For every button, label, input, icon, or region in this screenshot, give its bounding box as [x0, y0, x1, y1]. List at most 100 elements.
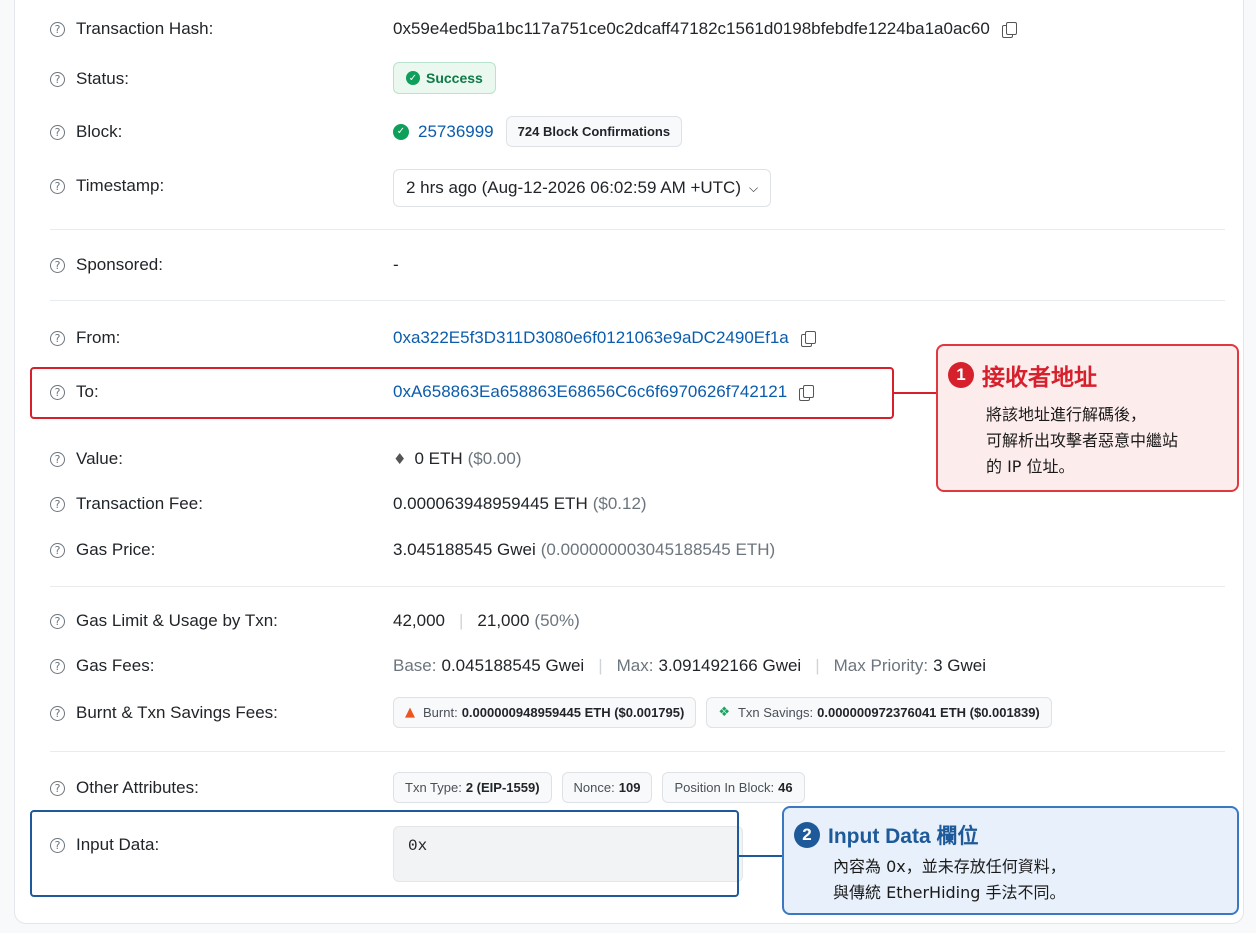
- max-fee-label: Max:: [616, 656, 654, 675]
- row-status: ? Status:: [50, 69, 129, 89]
- label-transaction-hash: Transaction Hash:: [76, 19, 214, 38]
- txn-type-value: 2 (EIP-1559): [465, 780, 540, 795]
- label-burnt-savings: Burnt & Txn Savings Fees:: [76, 703, 278, 722]
- help-icon[interactable]: ?: [50, 705, 65, 721]
- help-icon[interactable]: ?: [50, 542, 65, 558]
- max-priority-label: Max Priority:: [833, 656, 929, 675]
- callout-line: 與傳統 EtherHiding 手法不同。: [833, 883, 1066, 902]
- label-gas-limit: Gas Limit & Usage by Txn:: [76, 611, 278, 630]
- status-text: Success: [426, 70, 483, 86]
- callout-input-data: 2 Input Data 欄位 內容為 0x，並未存放任何資料， 與傳統 Eth…: [782, 806, 1239, 915]
- value-burnt-savings: ▲ Burnt: 0.000000948959445 ETH ($0.00179…: [393, 697, 1052, 728]
- row-gas-limit: ? Gas Limit & Usage by Txn:: [50, 611, 278, 631]
- transaction-hash-text: 0x59e4ed5ba1bc117a751ce0c2dcaff47182c156…: [393, 19, 990, 38]
- copy-icon[interactable]: [800, 331, 816, 347]
- txn-savings-badge: ❖ Txn Savings: 0.000000972376041 ETH ($0…: [706, 697, 1052, 728]
- base-fee-value: 0.045188545 Gwei: [441, 656, 585, 675]
- row-value: ? Value:: [50, 449, 123, 469]
- copy-icon[interactable]: [1001, 22, 1017, 38]
- burnt-fee-badge: ▲ Burnt: 0.000000948959445 ETH ($0.00179…: [393, 697, 697, 728]
- txn-type-label: Txn Type:: [405, 780, 462, 795]
- label-transaction-fee: Transaction Fee:: [76, 494, 203, 513]
- position-value: 46: [778, 780, 793, 795]
- savings-label: Txn Savings:: [737, 705, 814, 720]
- help-icon[interactable]: ?: [50, 124, 65, 140]
- input-data-highlight: [30, 810, 739, 897]
- nonce-label: Nonce:: [573, 780, 615, 795]
- row-gas-fees: ? Gas Fees:: [50, 656, 154, 676]
- chevron-down-icon: ⌵: [749, 180, 759, 195]
- help-icon[interactable]: ?: [50, 451, 65, 467]
- help-icon[interactable]: ?: [50, 330, 65, 346]
- label-other-attributes: Other Attributes:: [76, 778, 199, 797]
- separator: |: [815, 656, 820, 675]
- label-sponsored: Sponsored:: [76, 255, 163, 274]
- help-icon[interactable]: ?: [50, 257, 65, 273]
- nonce-badge: Nonce: 109: [561, 772, 653, 803]
- gas-limit: 42,000: [393, 611, 445, 630]
- nonce-value: 109: [618, 780, 641, 795]
- check-circle-icon: ✓: [406, 71, 420, 85]
- label-gas-price: Gas Price:: [76, 540, 156, 559]
- label-value: Value:: [76, 449, 123, 468]
- row-from: ? From:: [50, 328, 120, 348]
- value-status: ✓ Success: [393, 62, 496, 94]
- burnt-value: 0.000000948959445 ETH ($0.001795): [461, 705, 685, 720]
- gas-price-eth: (0.000000003045188545 ETH): [540, 540, 776, 559]
- divider: [50, 300, 1225, 301]
- help-icon[interactable]: ?: [50, 780, 65, 796]
- value-amount: ♦ 0 ETH ($0.00): [393, 449, 522, 469]
- divider: [50, 751, 1225, 752]
- label-timestamp: Timestamp:: [76, 176, 165, 195]
- fire-icon: ▲: [405, 705, 415, 720]
- value-timestamp: 2 hrs ago (Aug-12-2026 06:02:59 AM +UTC)…: [393, 169, 772, 207]
- callout-body: 將該地址進行解碼後， 可解析出攻擊者惡意中繼站 的 IP 位址。: [986, 402, 1178, 480]
- callout-heading: 接收者地址: [982, 364, 1097, 390]
- value-gas-price: 3.045188545 Gwei (0.000000003045188545 E…: [393, 540, 775, 560]
- help-icon[interactable]: ?: [50, 71, 65, 87]
- value-other-attributes: Txn Type: 2 (EIP-1559) Nonce: 109 Positi…: [393, 772, 805, 803]
- callout-line: 將該地址進行解碼後，: [986, 405, 1147, 424]
- position-label: Position In Block:: [674, 780, 775, 795]
- separator: |: [598, 656, 603, 675]
- help-icon[interactable]: ?: [50, 21, 65, 37]
- label-block: Block:: [76, 122, 123, 141]
- callout-line: 可解析出攻擊者惡意中繼站: [986, 431, 1179, 450]
- callout-title: 2 Input Data 欄位: [794, 820, 979, 850]
- callout-receiver-address: 1 接收者地址 將該地址進行解碼後， 可解析出攻擊者惡意中繼站 的 IP 位址。: [936, 344, 1239, 492]
- block-number-link[interactable]: 25736999: [418, 122, 494, 142]
- divider: [50, 229, 1225, 230]
- value-from: 0xa322E5f3D311D3080e6f0121063e9aDC2490Ef…: [393, 328, 816, 348]
- row-gas-price: ? Gas Price:: [50, 540, 155, 560]
- callout-connector: [894, 392, 936, 394]
- timestamp-text: 2 hrs ago (Aug-12-2026 06:02:59 AM +UTC): [406, 178, 741, 197]
- help-icon[interactable]: ?: [50, 496, 65, 512]
- row-timestamp: ? Timestamp:: [50, 176, 164, 196]
- help-icon[interactable]: ?: [50, 613, 65, 629]
- row-burnt-savings: ? Burnt & Txn Savings Fees:: [50, 703, 278, 723]
- help-icon[interactable]: ?: [50, 178, 65, 194]
- value-eth: 0 ETH: [414, 449, 463, 468]
- callout-number: 1: [948, 362, 974, 388]
- help-icon[interactable]: ?: [50, 658, 65, 674]
- callout-line: 內容為 0x，並未存放任何資料，: [833, 857, 1066, 876]
- label-from: From:: [76, 328, 121, 347]
- label-status: Status:: [76, 69, 129, 88]
- status-badge: ✓ Success: [393, 62, 496, 94]
- value-gas-limit: 42,000 | 21,000 (50%): [393, 611, 580, 631]
- row-transaction-fee: ? Transaction Fee:: [50, 494, 203, 514]
- check-circle-icon: ✓: [393, 123, 409, 140]
- from-address-link[interactable]: 0xa322E5f3D311D3080e6f0121063e9aDC2490Ef…: [393, 328, 789, 348]
- fee-usd: ($0.12): [592, 494, 647, 513]
- row-block: ? Block:: [50, 122, 122, 142]
- row-sponsored: ? Sponsored:: [50, 255, 163, 275]
- max-priority-value: 3 Gwei: [933, 656, 987, 675]
- value-transaction-fee: 0.000063948959445 ETH ($0.12): [393, 494, 647, 514]
- timestamp-dropdown[interactable]: 2 hrs ago (Aug-12-2026 06:02:59 AM +UTC)…: [393, 169, 772, 207]
- callout-number: 2: [794, 822, 820, 848]
- callout-connector: [739, 855, 782, 857]
- row-other-attributes: ? Other Attributes:: [50, 778, 199, 798]
- value-usd: ($0.00): [467, 449, 522, 468]
- label-gas-fees: Gas Fees:: [76, 656, 155, 675]
- callout-line: 的 IP 位址。: [986, 457, 1075, 476]
